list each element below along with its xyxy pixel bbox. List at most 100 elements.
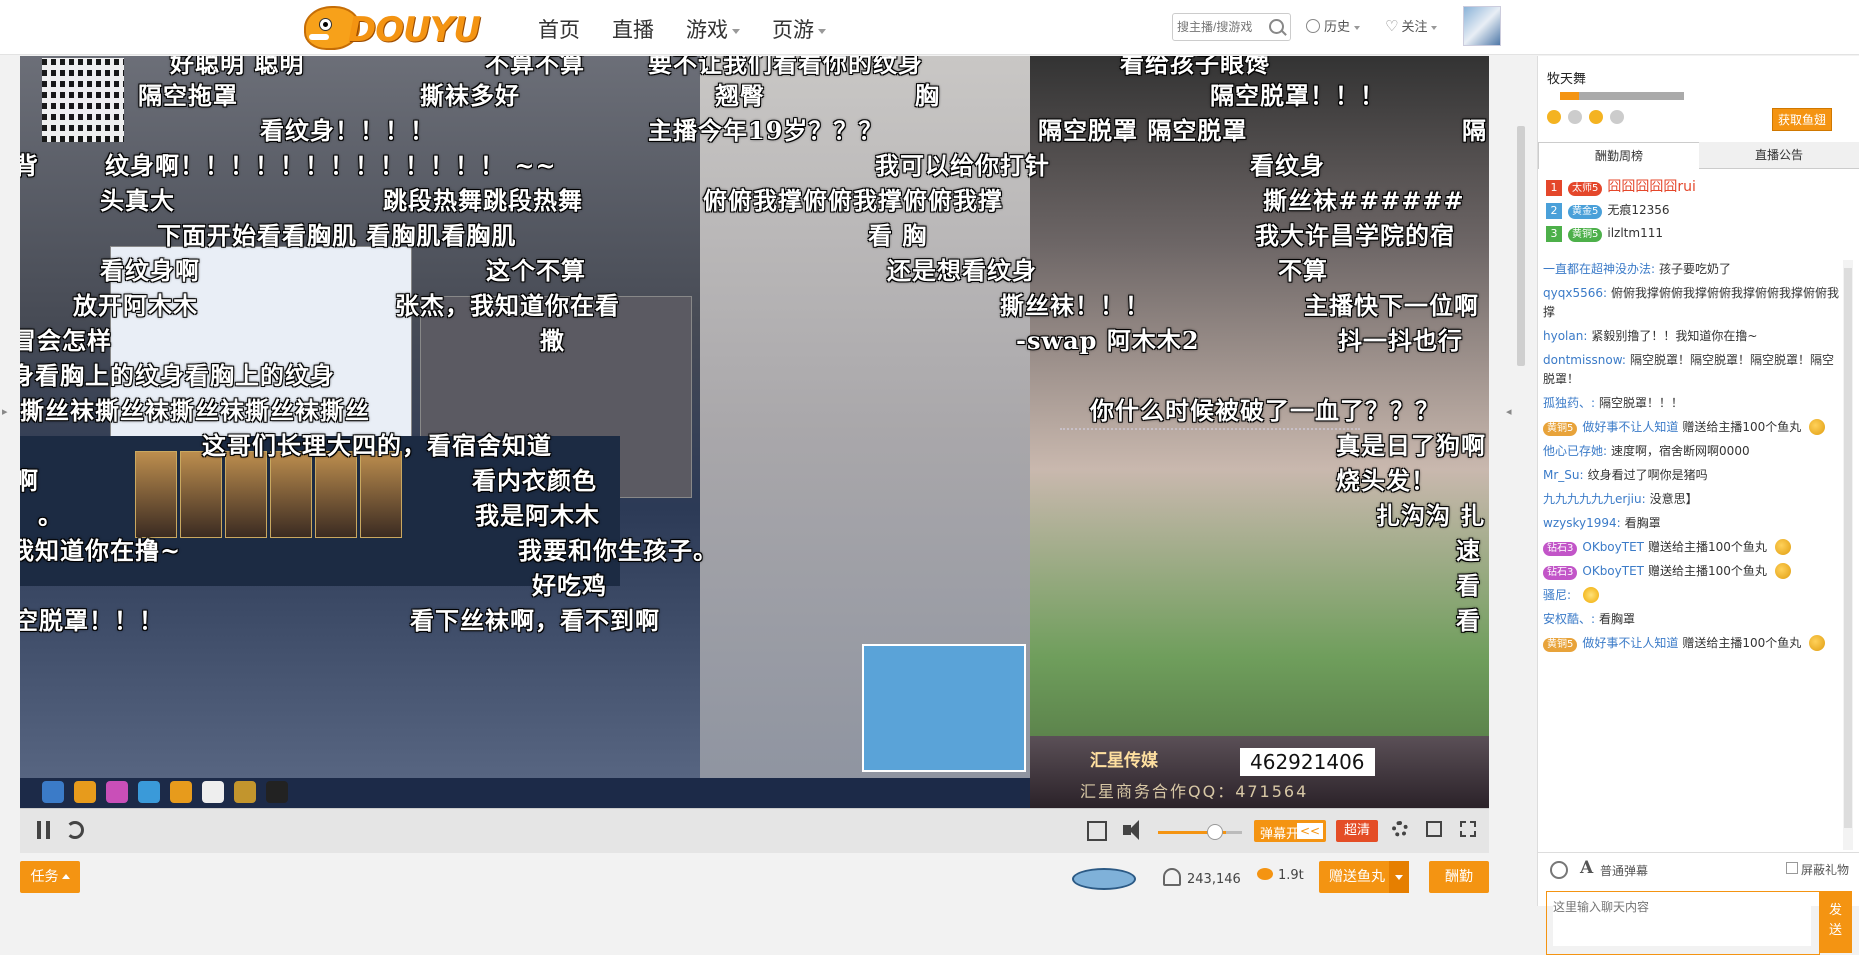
- get-fishfin-button[interactable]: 获取鱼翅: [1772, 108, 1833, 131]
- history-menu[interactable]: 历史: [1306, 16, 1361, 35]
- block-gift-label: 屏蔽礼物: [1801, 863, 1850, 877]
- champion-card: [270, 451, 312, 538]
- collapse-right-icon[interactable]: ◂: [1506, 405, 1514, 421]
- chat-text: 赠送给主播100个鱼丸: [1682, 420, 1802, 434]
- badge-icon: [1568, 110, 1582, 124]
- thanks-button[interactable]: 酬勤: [1429, 861, 1489, 893]
- give-fish-button[interactable]: 赠送鱼丸: [1319, 861, 1409, 893]
- champion-card: [225, 451, 267, 538]
- refresh-icon[interactable]: [66, 821, 84, 839]
- barrage-comment: 空脱罩！！！: [20, 606, 164, 635]
- rank-row[interactable]: 2 黄金5 无痕12356: [1546, 201, 1670, 219]
- block-gift-checkbox[interactable]: [1786, 862, 1798, 874]
- start-icon: [42, 781, 64, 803]
- barrage-comment: 。: [38, 501, 63, 530]
- barrage-comment: 看纹身！！！！: [260, 116, 435, 145]
- pause-icon[interactable]: [35, 821, 53, 839]
- taskbar-app-icon: [74, 781, 96, 803]
- tab-weekly-rank[interactable]: 酬勤周榜: [1538, 142, 1700, 169]
- barrage-comment: 扎沟沟 扎: [1376, 501, 1486, 530]
- barrage-comment: 隔: [1462, 116, 1487, 145]
- chat-user-name[interactable]: 骚尼:: [1543, 588, 1571, 602]
- barrage-comment: 跳段热舞跳段热舞: [383, 186, 583, 215]
- emoji-icon[interactable]: [1550, 861, 1568, 879]
- rank-row[interactable]: 3 黄铜5 ilzltm111: [1546, 226, 1663, 242]
- chat-scrollbar[interactable]: [1843, 260, 1853, 850]
- barrage-comment: 翘臀: [715, 81, 765, 110]
- fish-ball-icon: [1774, 563, 1791, 579]
- chat-user-name[interactable]: 九九九九九九erjiu:: [1543, 492, 1646, 506]
- chat-user-name[interactable]: wzysky1994:: [1543, 516, 1621, 530]
- nav-home[interactable]: 首页: [538, 14, 580, 44]
- danmu-switch[interactable]: <<: [1297, 823, 1323, 839]
- chat-input[interactable]: [1553, 898, 1811, 946]
- follow-menu[interactable]: ♡ 关注: [1385, 16, 1438, 35]
- level-badge: 钻石3: [1543, 542, 1578, 556]
- chat-message: qyqx5566: 俯俯我撑俯俯我撑俯俯我撑俯俯我撑俯俯我撑: [1543, 284, 1843, 322]
- gear-icon[interactable]: [1392, 821, 1408, 837]
- qr-code: [42, 58, 124, 142]
- fish-ball-icon: [1809, 419, 1826, 435]
- chat-user-name[interactable]: OKboyTET: [1582, 540, 1644, 554]
- fullscreen-icon[interactable]: [1460, 821, 1476, 837]
- collapse-left-icon[interactable]: ▸: [2, 405, 10, 421]
- nav-webgames[interactable]: 页游: [772, 14, 826, 44]
- barrage-comment: 这哥们长理大四的，看宿舍知道: [202, 431, 552, 460]
- search-input[interactable]: [1177, 17, 1263, 37]
- barrage-comment: 俯俯我撑俯俯我撑俯俯我撑: [703, 186, 1003, 215]
- tab-announcement[interactable]: 直播公告: [1699, 142, 1859, 168]
- barrage-comment: 抖一抖也行: [1338, 326, 1463, 355]
- rank-number: 1: [1546, 180, 1562, 196]
- badge-icon: [1547, 110, 1561, 124]
- person-icon: [1163, 868, 1181, 886]
- chat-user-name[interactable]: 做好事不让人知道: [1582, 420, 1678, 434]
- volume-slider-handle[interactable]: [1207, 824, 1223, 840]
- chat-user-name[interactable]: dontmissnow:: [1543, 353, 1626, 367]
- barrage-comment: 主播快下一位啊: [1304, 291, 1479, 320]
- chat-user-name[interactable]: OKboyTET: [1582, 564, 1644, 578]
- rank-row[interactable]: 1 太师5 囧囧囧囧囧rui: [1546, 176, 1696, 196]
- nav-games[interactable]: 游戏: [686, 14, 740, 44]
- host-name: 牧天舞: [1547, 72, 1587, 87]
- douyu-logo[interactable]: DOUYU: [300, 2, 481, 50]
- volume-icon[interactable]: [1123, 820, 1139, 840]
- chat-user-name[interactable]: 做好事不让人知道: [1582, 636, 1678, 650]
- main-nav: 首页 直播 游戏 页游: [538, 14, 858, 44]
- barrage-comment: 看内衣颜色: [472, 466, 597, 495]
- player-controls: 弹幕开 << 超清: [20, 808, 1489, 853]
- nav-live[interactable]: 直播: [612, 14, 654, 44]
- gift-message: 钻石3 OKboyTET 赠送给主播100个鱼丸: [1543, 562, 1843, 581]
- barrage-comment: 我知道你在撸~: [20, 536, 182, 565]
- page-scrollbar[interactable]: [1515, 56, 1527, 906]
- barrage-comment: 我可以给你打针: [875, 151, 1050, 180]
- edit-icon[interactable]: [1087, 821, 1107, 841]
- chat-input-box: [1546, 891, 1820, 955]
- barrage-comment: 背: [20, 151, 39, 180]
- level-badge: 黄铜5: [1543, 422, 1578, 436]
- give-amount-dropdown[interactable]: [1389, 861, 1409, 893]
- chat-user-name[interactable]: qyqx5566:: [1543, 286, 1607, 300]
- chat-user-name[interactable]: 孤独药、:: [1543, 396, 1595, 410]
- barrage-comment: 好吃鸡: [532, 571, 607, 600]
- video-player[interactable]: 汇星传媒 462921406 汇星商务合作QQ：471564 好聪明 聪明 不算…: [20, 56, 1489, 808]
- user-avatar[interactable]: [1463, 6, 1501, 46]
- send-button[interactable]: 发送: [1819, 891, 1852, 953]
- barrage-comment: 速: [1456, 536, 1481, 565]
- quality-button[interactable]: 超清: [1336, 820, 1379, 842]
- chat-user-name[interactable]: 他心已存她:: [1543, 444, 1607, 458]
- champion-card: [360, 451, 402, 538]
- font-style-icon[interactable]: A: [1580, 858, 1593, 878]
- barrage-comment: 烧头发！: [1336, 466, 1436, 495]
- logo-text: DOUYU: [348, 10, 481, 50]
- danmu-toggle[interactable]: 弹幕开 <<: [1254, 820, 1326, 842]
- widescreen-icon[interactable]: [1426, 821, 1442, 837]
- chat-user-name[interactable]: 安权酷、:: [1543, 612, 1595, 626]
- danmu-mode-label[interactable]: 普通弹幕: [1600, 862, 1648, 879]
- search-icon[interactable]: [1269, 19, 1284, 34]
- chat-message: hyolan: 紧毅别撸了！！我知道你在撸~: [1543, 327, 1843, 346]
- task-button[interactable]: 任务: [20, 861, 80, 893]
- chat-user-name[interactable]: hyolan:: [1543, 329, 1587, 343]
- volume-slider[interactable]: [1158, 831, 1242, 834]
- chat-user-name[interactable]: 一直都在超神没办法:: [1543, 262, 1655, 276]
- chat-user-name[interactable]: Mr_Su:: [1543, 468, 1584, 482]
